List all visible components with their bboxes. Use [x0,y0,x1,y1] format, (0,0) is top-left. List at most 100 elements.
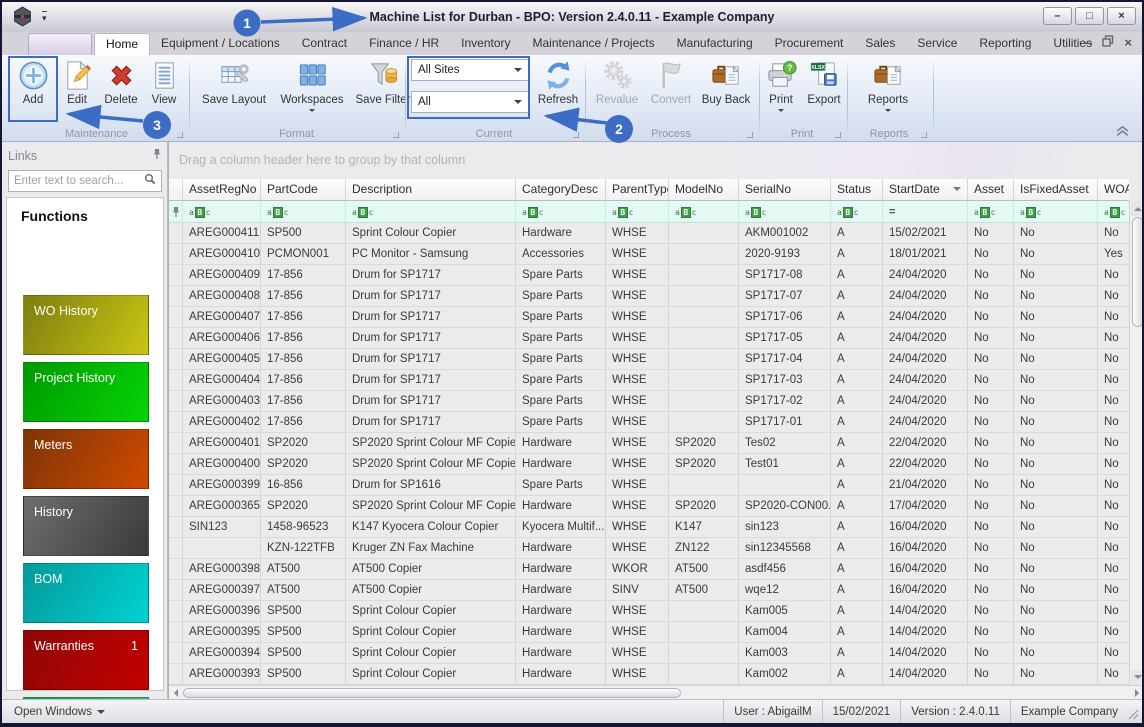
save-layout-button[interactable]: Save Layout [196,56,272,125]
filter-cell-partcode[interactable]: aBc [261,201,346,223]
tab-home[interactable]: Home [94,33,150,55]
export-button[interactable]: XLSXExport [801,56,847,125]
filter-cell-isfixedasset[interactable]: aBc [1014,201,1098,223]
tab-inventory[interactable]: Inventory [450,33,521,55]
table-row[interactable]: AREG000397AT500AT500 CopierHardwareSINVA… [169,580,1129,601]
function-button-project-history[interactable]: Project History [23,362,149,422]
column-header-parenttype[interactable]: ParentType [606,179,669,201]
function-button-history[interactable]: History [23,496,149,556]
filter-cell-asset[interactable]: aBc [968,201,1014,223]
buy-back-button[interactable]: Buy Back [698,56,754,125]
table-row[interactable]: AREG00040717-856Drum for SP1717Spare Par… [169,307,1129,328]
function-button-bom[interactable]: BOM [23,563,149,623]
abc-filter-icon[interactable]: aBc [837,207,858,218]
table-row[interactable]: AREG00040817-856Drum for SP1717Spare Par… [169,286,1129,307]
column-header-status[interactable]: Status [831,179,883,201]
scroll-right-icon[interactable] [1131,687,1144,699]
dialog-launcher-icon[interactable] [835,132,841,138]
horizontal-scrollbar-thumb[interactable] [183,688,681,698]
tab-maintenance-projects[interactable]: Maintenance / Projects [522,33,666,55]
tab-procurement[interactable]: Procurement [764,33,855,55]
filter-cell-assetregno[interactable]: aBc [183,201,261,223]
column-header-partcode[interactable]: PartCode [261,179,346,201]
abc-filter-icon[interactable]: aBc [1104,207,1125,218]
table-row[interactable]: AREG000410PCMON001PC Monitor - SamsungAc… [169,244,1129,265]
abc-filter-icon[interactable]: aBc [675,207,696,218]
column-header-isfixedasset[interactable]: IsFixedAsset [1014,179,1098,201]
table-row[interactable]: AREG00040417-856Drum for SP1717Spare Par… [169,370,1129,391]
dialog-launcher-icon[interactable] [747,132,753,138]
filter-cell-serialno[interactable]: aBc [739,201,831,223]
tab-finance-hr[interactable]: Finance / HR [358,33,450,55]
tab-equipment-locations[interactable]: Equipment / Locations [150,33,291,55]
column-header-description[interactable]: Description [346,179,516,201]
application-button[interactable] [28,33,92,55]
filter-cell-woattach[interactable]: aBc [1098,201,1129,223]
function-button-warranties[interactable]: Warranties1 [23,630,149,690]
table-row[interactable]: AREG00039916-856Drum for SP1616Spare Par… [169,475,1129,496]
column-header-modelno[interactable]: ModelNo [669,179,739,201]
filter-cell-modelno[interactable]: aBc [669,201,739,223]
filter-cell-status[interactable]: aBc [831,201,883,223]
pin-icon[interactable] [152,147,162,165]
mdi-minimize-icon[interactable]: – [1085,35,1092,51]
mdi-close-icon[interactable]: × [1124,35,1132,51]
resize-grip-icon[interactable] [1128,700,1142,723]
workspaces-button[interactable]: Workspaces [272,56,352,125]
table-row[interactable]: AREG00040517-856Drum for SP1717Spare Par… [169,349,1129,370]
edit-button[interactable]: Edit [56,56,98,125]
search-input[interactable]: Enter text to search... [8,170,162,192]
column-header-serialno[interactable]: SerialNo [739,179,831,201]
abc-filter-icon[interactable]: aBc [267,207,288,218]
abc-filter-icon[interactable]: aBc [522,207,543,218]
function-button-meters[interactable]: Meters [23,429,149,489]
table-row[interactable]: AREG000401SP2020SP2020 Sprint Colour MF … [169,433,1129,454]
close-button[interactable]: × [1107,7,1136,25]
table-row[interactable]: AREG000394SP500Sprint Colour CopierHardw… [169,643,1129,664]
table-row[interactable]: SIN1231458-96523K147 Kyocera Colour Copi… [169,517,1129,538]
tab-contract[interactable]: Contract [291,33,358,55]
abc-filter-icon[interactable]: aBc [974,207,995,218]
vertical-scrollbar[interactable] [1129,201,1144,685]
refresh-button[interactable]: Refresh [532,56,584,125]
table-row[interactable]: AREG000393SP500Sprint Colour CopierHardw… [169,664,1129,685]
scroll-left-icon[interactable] [169,687,182,699]
reports-button[interactable]: Reports [857,56,919,125]
scroll-up-icon[interactable] [1131,201,1144,216]
view-button[interactable]: View [144,56,184,125]
abc-filter-icon[interactable]: aBc [612,207,633,218]
table-row[interactable]: AREG00040917-856Drum for SP1717Spare Par… [169,265,1129,286]
filter-cell-parenttype[interactable]: aBc [606,201,669,223]
column-header-categorydesc[interactable]: CategoryDesc [516,179,606,201]
abc-filter-icon[interactable]: aBc [745,207,766,218]
dialog-launcher-icon[interactable] [573,132,579,138]
dialog-launcher-icon[interactable] [921,132,927,138]
equals-filter-icon[interactable]: = [889,206,895,218]
table-row[interactable]: KZN-122TFBKruger ZN Fax MachineHardwareW… [169,538,1129,559]
vertical-scrollbar-thumb[interactable] [1132,217,1144,327]
print-button[interactable]: ?Print [761,56,801,125]
group-by-bar[interactable]: Drag a column header here to group by th… [169,142,1144,179]
abc-filter-icon[interactable]: aBc [1020,207,1041,218]
open-windows-button[interactable]: Open Windows [2,706,105,718]
function-button-wo-history[interactable]: WO History [23,295,149,355]
table-row[interactable]: AREG00040217-856Drum for SP1717Spare Par… [169,412,1129,433]
tab-reporting[interactable]: Reporting [968,33,1042,55]
scroll-down-icon[interactable] [1131,670,1144,685]
table-row[interactable]: AREG000395SP500Sprint Colour CopierHardw… [169,622,1129,643]
abc-filter-icon[interactable]: aBc [352,207,373,218]
mdi-restore-icon[interactable] [1102,35,1114,51]
filter-cell-description[interactable]: aBc [346,201,516,223]
table-row[interactable]: AREG000396SP500Sprint Colour CopierHardw… [169,601,1129,622]
dialog-launcher-icon[interactable] [177,132,183,138]
column-header-asset[interactable]: Asset [968,179,1014,201]
delete-button[interactable]: Delete [98,56,144,125]
dialog-launcher-icon[interactable] [393,132,399,138]
table-row[interactable]: AREG00040317-856Drum for SP1717Spare Par… [169,391,1129,412]
tab-service[interactable]: Service [906,33,968,55]
abc-filter-icon[interactable]: aBc [189,207,210,218]
table-row[interactable]: AREG000398AT500AT500 CopierHardwareWKORA… [169,559,1129,580]
table-row[interactable]: AREG000400SP2020SP2020 Sprint Colour MF … [169,454,1129,475]
tab-manufacturing[interactable]: Manufacturing [666,33,764,55]
column-header-assetregno[interactable]: AssetRegNo [183,179,261,201]
